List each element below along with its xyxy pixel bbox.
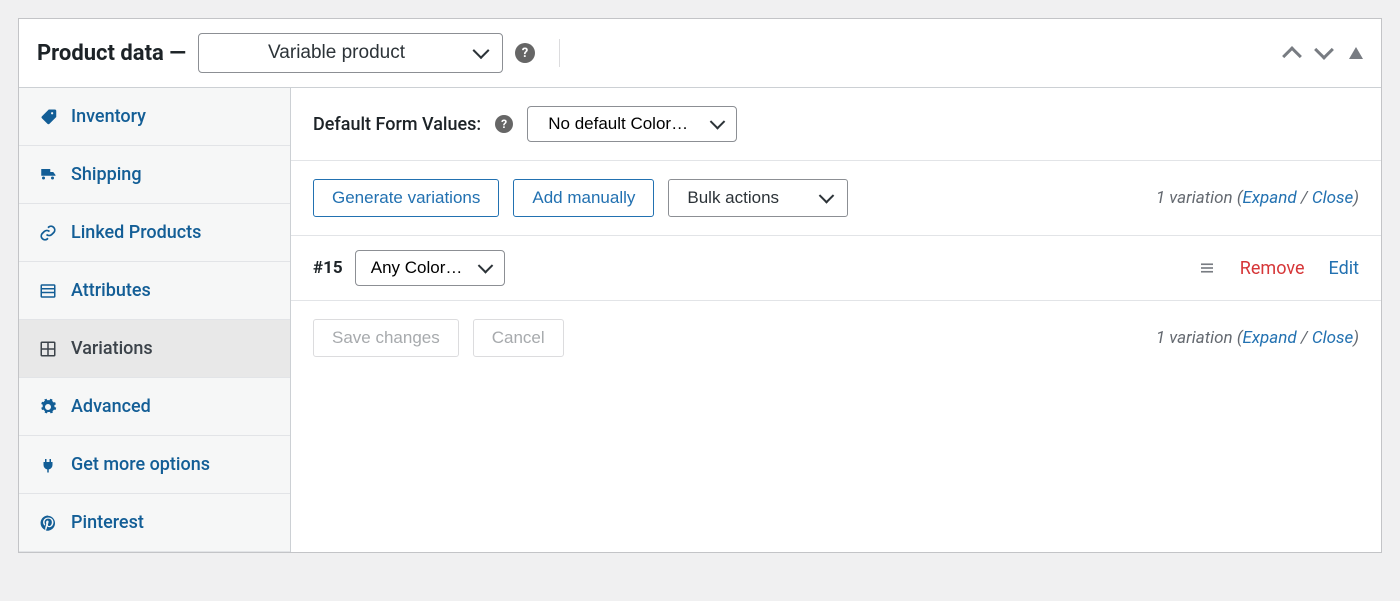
help-icon[interactable]: ? xyxy=(495,115,513,133)
plug-icon xyxy=(39,456,57,474)
default-form-label: Default Form Values: xyxy=(313,114,481,135)
edit-link[interactable]: Edit xyxy=(1329,258,1359,279)
collapse-icon[interactable] xyxy=(1349,47,1363,59)
variation-count-top: 1 variation (Expand / Close) xyxy=(1156,188,1359,208)
list-icon xyxy=(39,282,57,300)
panel-title: Product data — xyxy=(37,41,186,66)
variations-content: Default Form Values: ? No default Color…… xyxy=(291,88,1381,552)
expand-link[interactable]: Expand xyxy=(1242,188,1296,208)
expand-link[interactable]: Expand xyxy=(1242,328,1296,348)
grid-icon xyxy=(39,340,57,358)
variation-id: #15 xyxy=(313,258,343,278)
tab-label: Shipping xyxy=(71,164,142,185)
add-manually-button[interactable]: Add manually xyxy=(513,179,654,217)
remove-link[interactable]: Remove xyxy=(1240,258,1305,279)
tab-pinterest[interactable]: Pinterest xyxy=(19,494,290,552)
header-controls xyxy=(1285,43,1363,63)
divider xyxy=(559,39,560,67)
variation-row[interactable]: #15 Any Color… Remove Edit xyxy=(291,236,1381,301)
panel-body: Inventory Shipping Linked Products Attri… xyxy=(19,88,1381,552)
tab-label: Get more options xyxy=(71,454,210,475)
tab-get-more-options[interactable]: Get more options xyxy=(19,436,290,494)
product-type-select[interactable]: Variable product xyxy=(198,33,503,73)
tab-label: Linked Products xyxy=(71,222,201,243)
chevron-up-icon[interactable] xyxy=(1282,46,1302,66)
link-icon xyxy=(39,224,57,242)
chevron-down-icon[interactable] xyxy=(1314,40,1334,60)
save-changes-button[interactable]: Save changes xyxy=(313,319,459,357)
toolbar-row: Generate variations Add manually Bulk ac… xyxy=(291,161,1381,236)
generate-variations-button[interactable]: Generate variations xyxy=(313,179,499,217)
footer-row: Save changes Cancel 1 variation (Expand … xyxy=(291,301,1381,375)
close-link[interactable]: Close xyxy=(1312,328,1353,348)
bulk-actions-select[interactable]: Bulk actions xyxy=(668,179,848,217)
tab-inventory[interactable]: Inventory xyxy=(19,88,290,146)
tab-label: Variations xyxy=(71,338,153,359)
tab-linked-products[interactable]: Linked Products xyxy=(19,204,290,262)
attribute-select[interactable]: Any Color… xyxy=(355,250,505,286)
product-data-tabs: Inventory Shipping Linked Products Attri… xyxy=(19,88,291,552)
tab-shipping[interactable]: Shipping xyxy=(19,146,290,204)
tab-variations[interactable]: Variations xyxy=(19,320,290,378)
tab-label: Advanced xyxy=(71,396,151,417)
tab-label: Inventory xyxy=(71,106,146,127)
tab-label: Attributes xyxy=(71,280,151,301)
tab-advanced[interactable]: Advanced xyxy=(19,378,290,436)
gear-icon xyxy=(39,398,57,416)
default-form-select[interactable]: No default Color… xyxy=(527,106,737,142)
panel-header: Product data — Variable product ? xyxy=(19,19,1381,88)
close-link[interactable]: Close xyxy=(1312,188,1353,208)
truck-icon xyxy=(39,166,57,184)
drag-handle-icon[interactable] xyxy=(1198,259,1216,277)
help-icon[interactable]: ? xyxy=(515,43,535,63)
tab-attributes[interactable]: Attributes xyxy=(19,262,290,320)
default-form-row: Default Form Values: ? No default Color… xyxy=(291,88,1381,161)
tab-label: Pinterest xyxy=(71,512,144,533)
cancel-button[interactable]: Cancel xyxy=(473,319,564,357)
variation-count-bottom: 1 variation (Expand / Close) xyxy=(1156,328,1359,348)
pinterest-icon xyxy=(39,514,57,532)
product-data-panel: Product data — Variable product ? Invent… xyxy=(18,18,1382,553)
tag-icon xyxy=(39,108,57,126)
variation-actions: Remove Edit xyxy=(1198,258,1359,279)
